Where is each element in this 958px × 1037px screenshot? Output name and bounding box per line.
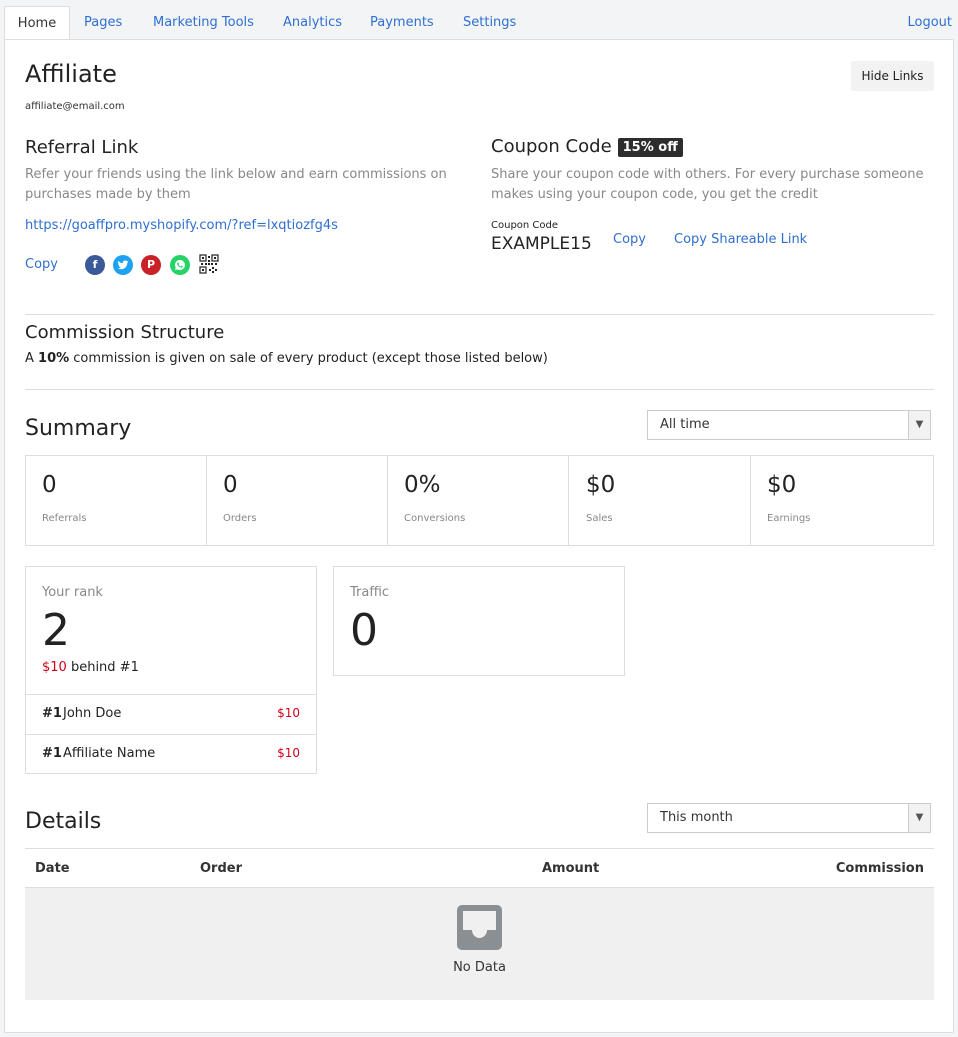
traffic-value: 0 <box>350 605 378 656</box>
column-commission[interactable]: Commission <box>836 861 924 876</box>
chevron-down-icon: ▼ <box>908 411 930 439</box>
referral-description: Refer your friends using the link below … <box>25 167 447 202</box>
behind-amount: $10 <box>42 660 67 675</box>
divider <box>25 314 934 315</box>
no-data-text: No Data <box>453 960 506 975</box>
logout-link[interactable]: Logout <box>907 6 952 40</box>
main-card: Affiliate affiliate@email.com Hide Links… <box>4 39 954 1033</box>
top-navigation: Home Pages Marketing Tools Analytics Pay… <box>0 0 958 41</box>
stat-value: 0 <box>42 472 57 498</box>
column-amount[interactable]: Amount <box>542 861 599 876</box>
commission-prefix: A <box>25 351 39 366</box>
tab-payments[interactable]: Payments <box>370 6 434 40</box>
traffic-card: Traffic 0 <box>333 566 625 676</box>
traffic-label: Traffic <box>350 585 390 600</box>
leader-amount: $10 <box>277 706 300 720</box>
summary-period-value: All time <box>660 417 710 432</box>
copy-referral-button[interactable]: Copy <box>25 257 58 272</box>
stat-label: Earnings <box>767 513 811 524</box>
tab-home[interactable]: Home <box>4 6 70 41</box>
stat-orders: 0 Orders <box>207 456 388 545</box>
leader-rank: #1 <box>42 706 62 721</box>
leader-name: Affiliate Name <box>63 746 156 761</box>
leader-rank: #1 <box>42 746 62 761</box>
rank-behind: $10 behind #1 <box>42 660 139 675</box>
details-period-select[interactable]: This month ▼ <box>647 803 931 833</box>
stat-earnings: $0 Earnings <box>751 456 932 545</box>
stat-label: Conversions <box>404 513 466 524</box>
leaderboard-row: #1 Affiliate Name $10 <box>26 734 316 774</box>
pinterest-icon[interactable]: P <box>141 255 161 275</box>
rank-value: 2 <box>42 605 70 656</box>
summary-stats: 0 Referrals 0 Orders 0% Conversions $0 S… <box>25 455 934 546</box>
leader-amount: $10 <box>277 746 300 760</box>
details-period-value: This month <box>660 810 733 825</box>
commission-suffix: commission is given on sale of every pro… <box>69 351 548 366</box>
leader-name: John Doe <box>63 706 122 721</box>
qr-code-icon[interactable] <box>199 254 219 274</box>
copy-coupon-button[interactable]: Copy <box>613 232 646 247</box>
stat-value: 0 <box>223 472 238 498</box>
column-date[interactable]: Date <box>35 861 70 876</box>
empty-state: No Data <box>25 888 934 1000</box>
commission-rate: 10% <box>38 351 70 366</box>
tab-analytics[interactable]: Analytics <box>283 6 342 40</box>
coupon-code-title: Coupon Code <box>491 136 612 157</box>
whatsapp-icon[interactable] <box>170 255 190 275</box>
commission-description: A 10% commission is given on sale of eve… <box>25 351 548 366</box>
stat-label: Referrals <box>42 513 87 524</box>
stat-label: Orders <box>223 513 257 524</box>
stat-value: $0 <box>586 472 616 498</box>
tab-pages[interactable]: Pages <box>84 6 122 40</box>
referral-link-title: Referral Link <box>25 137 139 158</box>
twitter-icon[interactable] <box>113 255 133 275</box>
stat-value: 0% <box>404 472 441 498</box>
facebook-icon[interactable]: f <box>85 255 105 275</box>
divider <box>25 389 934 390</box>
chevron-down-icon: ▼ <box>908 804 930 832</box>
stat-referrals: 0 Referrals <box>26 456 207 545</box>
stat-label: Sales <box>586 513 613 524</box>
tab-marketing-tools[interactable]: Marketing Tools <box>153 6 254 40</box>
coupon-code-label: Coupon Code <box>491 220 559 231</box>
summary-period-select[interactable]: All time ▼ <box>647 410 931 440</box>
stat-sales: $0 Sales <box>570 456 751 545</box>
copy-shareable-link-button[interactable]: Copy Shareable Link <box>674 232 807 247</box>
page-title: Affiliate <box>25 60 117 88</box>
stat-conversions: 0% Conversions <box>388 456 569 545</box>
details-table-header: Date Order Amount Commission <box>25 848 934 888</box>
leaderboard-row: #1 John Doe $10 <box>26 694 316 734</box>
affiliate-email: affiliate@email.com <box>25 101 125 112</box>
referral-url[interactable]: https://goaffpro.myshopify.com/?ref=lxqt… <box>25 218 338 233</box>
details-title: Details <box>25 809 102 834</box>
summary-title: Summary <box>25 416 132 441</box>
coupon-code-value: EXAMPLE15 <box>491 234 592 254</box>
stat-value: $0 <box>767 472 797 498</box>
discount-badge: 15% off <box>617 138 683 157</box>
inbox-icon <box>457 905 502 950</box>
behind-text: behind #1 <box>66 660 139 675</box>
hide-links-button[interactable]: Hide Links <box>851 61 934 91</box>
rank-card: Your rank 2 $10 behind #1 #1 John Doe $1… <box>25 566 317 774</box>
column-order[interactable]: Order <box>200 861 242 876</box>
coupon-code-header: Coupon Code 15% off <box>491 136 683 157</box>
commission-structure-title: Commission Structure <box>25 322 225 343</box>
rank-label: Your rank <box>42 585 103 600</box>
coupon-description: Share your coupon code with others. For … <box>491 167 924 202</box>
tab-settings[interactable]: Settings <box>463 6 516 40</box>
